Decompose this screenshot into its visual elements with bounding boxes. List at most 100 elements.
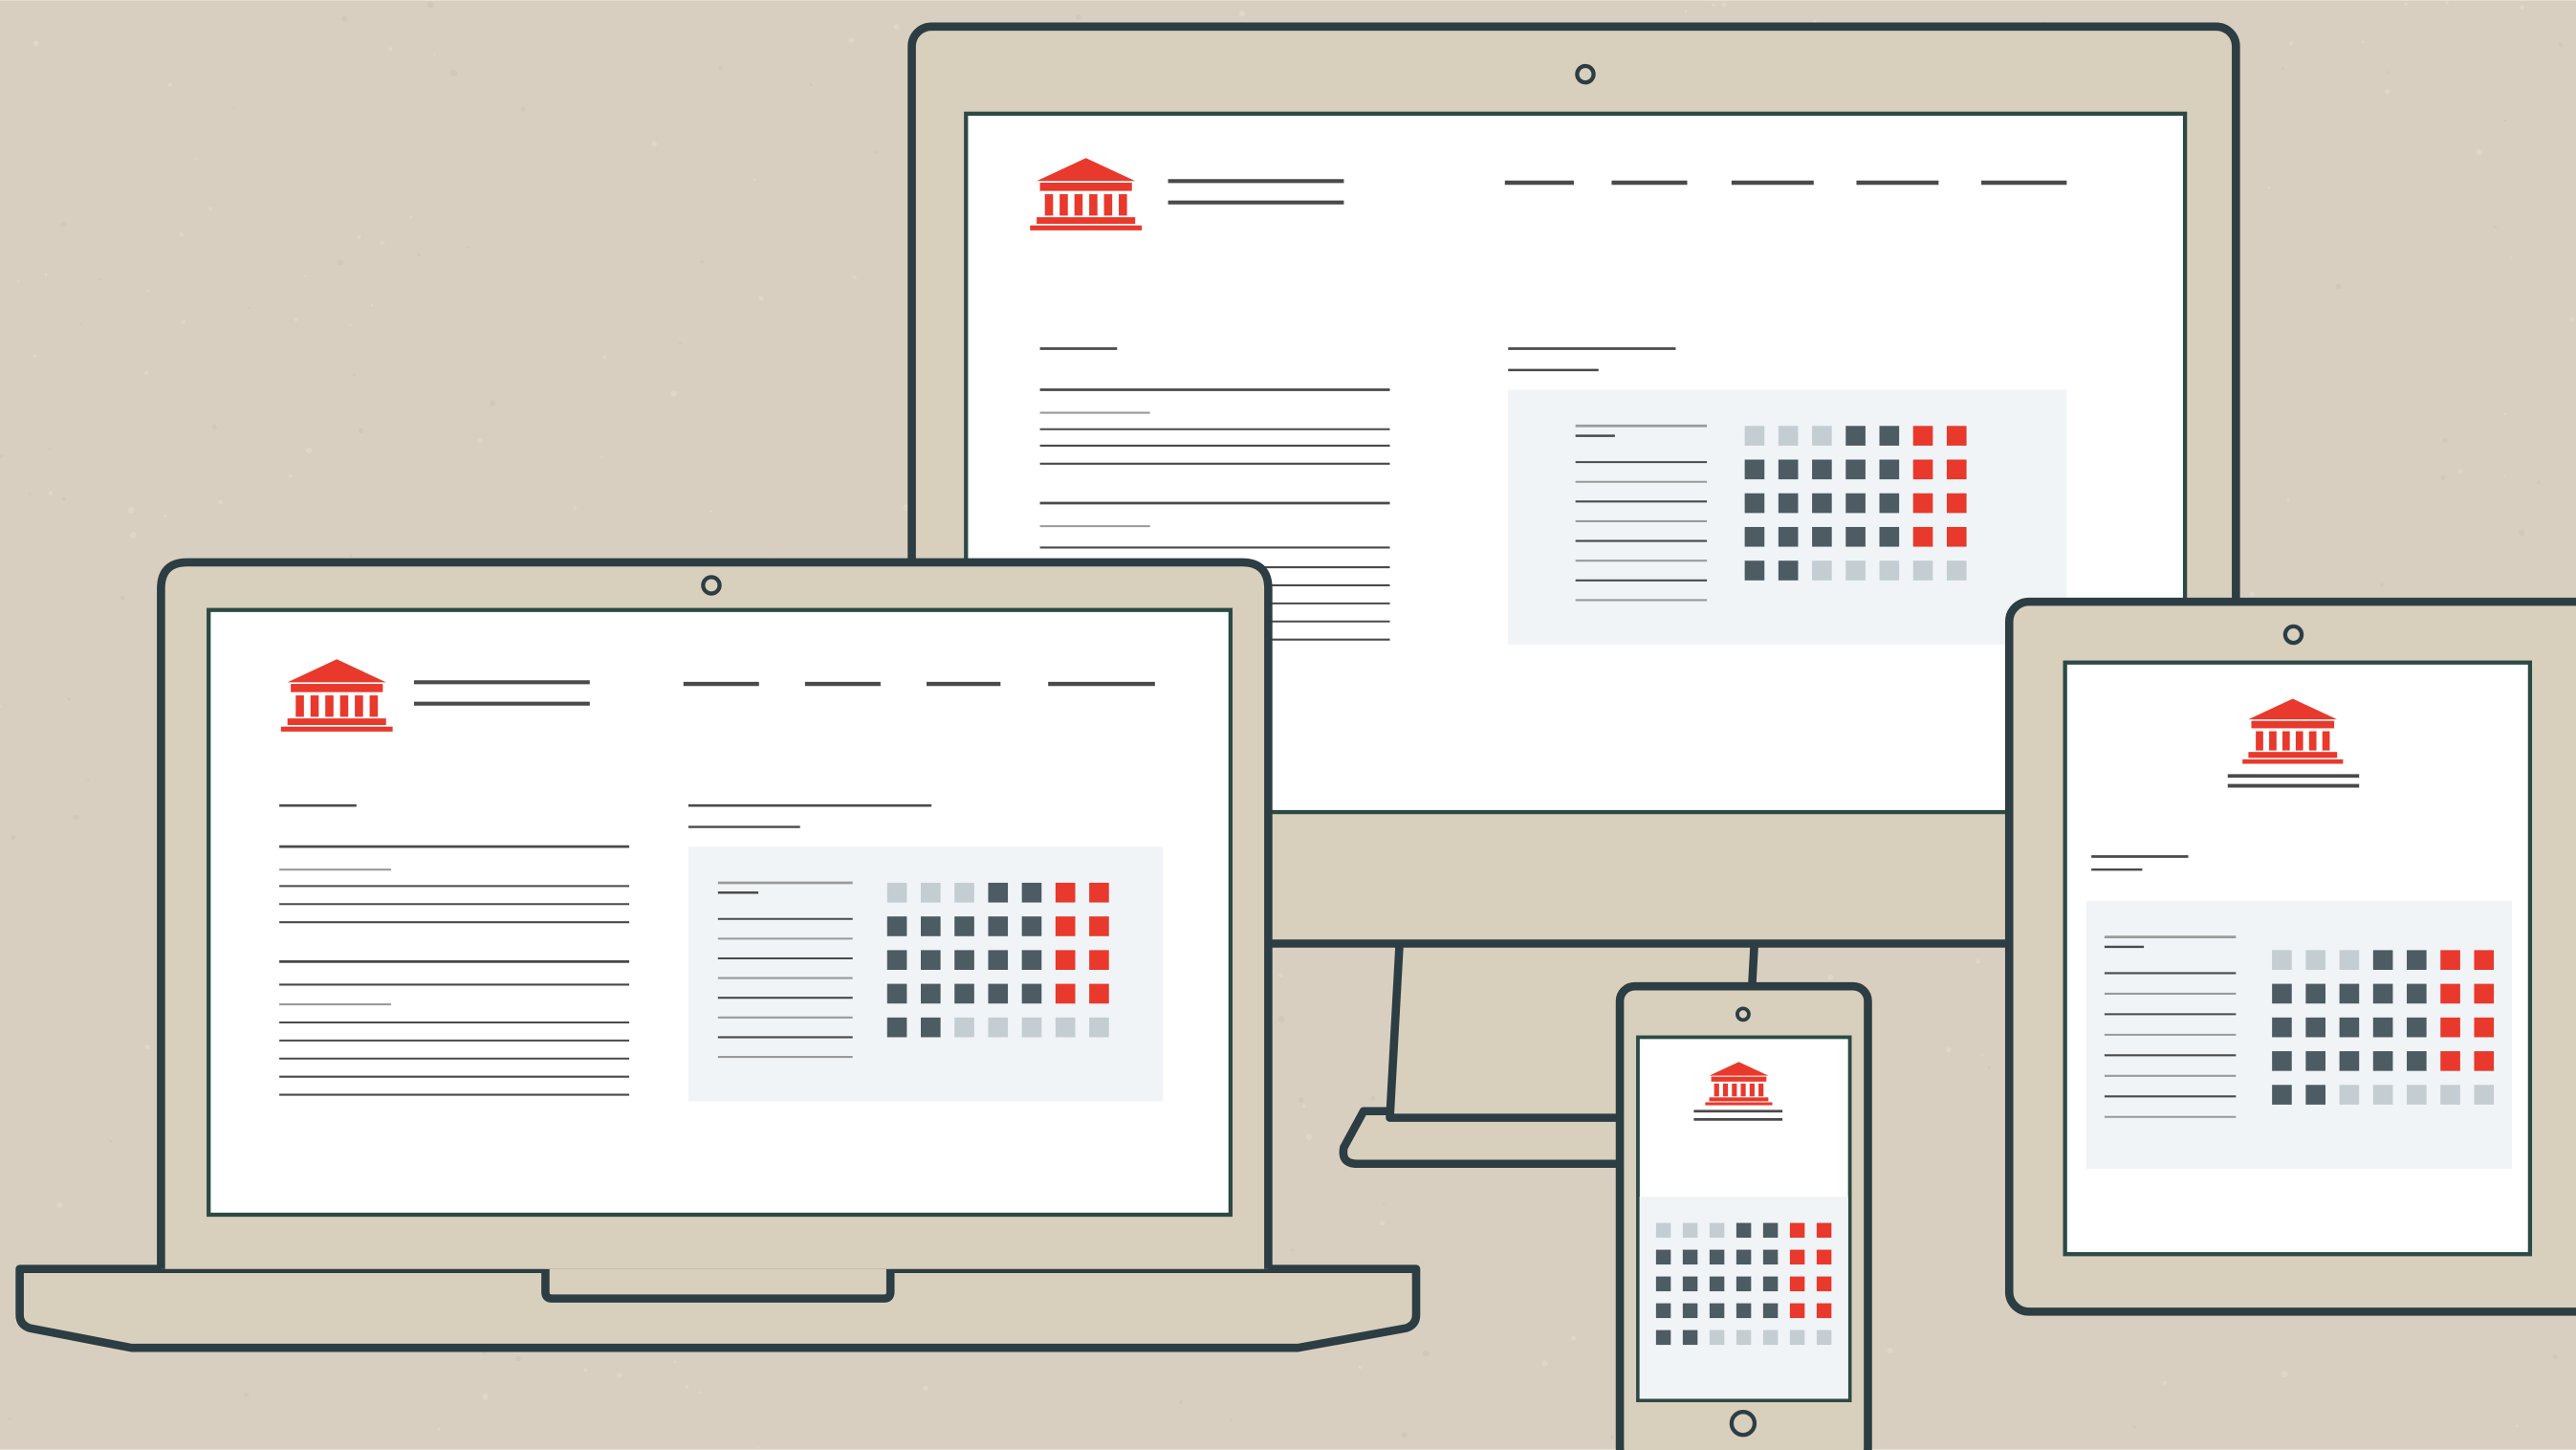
logo-step — [287, 718, 386, 725]
paper-speck — [1401, 1432, 1408, 1439]
calendar-square-dark — [1021, 950, 1042, 970]
calendar-square-light — [1709, 1329, 1725, 1346]
paper-speck — [181, 319, 186, 324]
paper-speck — [700, 259, 705, 264]
calendar-square-light — [1055, 1017, 1076, 1038]
logo-architrave — [2251, 720, 2335, 729]
calendar-square-red — [1789, 1303, 1805, 1319]
calendar-square-dark — [988, 950, 1009, 970]
calendar-square-dark — [1655, 1276, 1671, 1292]
calendar-square-red — [2440, 983, 2460, 1004]
calendar-square-red — [1055, 916, 1076, 936]
calendar-square-dark — [1736, 1303, 1752, 1319]
paper-speck — [2440, 475, 2446, 481]
paper-speck — [617, 1373, 622, 1378]
paper-speck — [2516, 1424, 2519, 1428]
calendar-square-dark — [2272, 983, 2292, 1004]
paper-speck — [2519, 529, 2525, 537]
calendar-square-light — [886, 882, 907, 903]
paper-speck — [217, 499, 224, 505]
paper-speck — [1298, 1096, 1304, 1103]
calendar-square-dark — [921, 983, 941, 1004]
calendar-square-dark — [1778, 493, 1799, 514]
calendar-square-dark — [954, 983, 974, 1004]
calendar-square-dark — [954, 916, 974, 936]
calendar-square-dark — [1845, 459, 1866, 480]
paper-speck — [79, 322, 82, 325]
calendar-square-light — [1879, 560, 1900, 581]
calendar-square-dark — [1655, 1303, 1671, 1319]
paper-speck — [232, 107, 235, 110]
calendar-square-light — [2440, 1085, 2460, 1105]
paper-speck — [244, 1393, 250, 1398]
calendar-square-dark — [1655, 1329, 1671, 1346]
paper-speck — [48, 491, 53, 495]
paper-speck — [208, 207, 212, 211]
paper-speck — [1278, 1016, 1285, 1022]
responsive-devices-illustration — [0, 0, 2576, 1450]
paper-speck — [370, 304, 374, 307]
logo-column — [2322, 731, 2330, 751]
calendar-square-dark — [886, 950, 907, 970]
logo-architrave — [1039, 183, 1132, 191]
paper-speck — [1230, 1418, 1233, 1421]
calendar-square-red — [1816, 1222, 1832, 1239]
paper-speck — [2162, 1380, 2168, 1385]
calendar-square-dark — [2272, 1085, 2292, 1105]
calendar-square-dark — [2272, 1017, 2292, 1038]
calendar-square-red — [1089, 916, 1109, 936]
calendar-square-dark — [2407, 983, 2427, 1004]
calendar-square-dark — [2305, 1085, 2325, 1105]
paper-speck — [2404, 2, 2409, 6]
calendar-square-dark — [1682, 1303, 1698, 1319]
calendar-square-dark — [1879, 459, 1900, 480]
logo-step — [1709, 1097, 1769, 1102]
paper-speck — [1301, 1104, 1306, 1109]
calendar-square-light — [2272, 950, 2292, 970]
calendar-square-dark — [1682, 1329, 1698, 1346]
calendar-square-red — [1912, 459, 1933, 480]
paper-speck — [2267, 186, 2271, 189]
logo-column — [295, 695, 304, 717]
calendar-square-red — [2474, 983, 2495, 1004]
paper-speck — [357, 234, 361, 239]
calendar-square-red — [1946, 493, 1967, 514]
calendar-square-light — [1778, 426, 1799, 446]
logo-column — [1758, 1083, 1764, 1097]
calendar-square-dark — [1744, 560, 1765, 581]
calendar-square-light — [954, 1017, 974, 1038]
logo-column — [1749, 1083, 1755, 1097]
paper-speck — [2476, 148, 2483, 156]
paper-speck — [893, 23, 900, 31]
paper-speck — [477, 438, 483, 444]
paper-speck — [248, 306, 251, 310]
calendar-square-dark — [1709, 1276, 1725, 1292]
calendar-square-red — [1789, 1276, 1805, 1292]
calendar-square-light — [1709, 1222, 1725, 1239]
paper-speck — [1422, 1350, 1430, 1357]
paper-speck — [810, 82, 814, 86]
paper-speck — [129, 532, 137, 538]
paper-speck — [433, 53, 436, 56]
calendar-square-red — [1089, 950, 1109, 970]
calendar-square-light — [1845, 560, 1866, 581]
paper-speck — [337, 259, 344, 266]
calendar-square-dark — [1682, 1249, 1698, 1265]
calendar-square-dark — [2272, 1051, 2292, 1071]
calendar-square-dark — [1744, 493, 1765, 514]
paper-speck — [348, 554, 353, 558]
paper-speck — [305, 447, 313, 454]
calendar-square-dark — [886, 983, 907, 1004]
calendar-square-dark — [1709, 1249, 1725, 1265]
paper-speck — [1981, 1054, 1984, 1057]
paper-speck — [1827, 974, 1834, 980]
paper-speck — [341, 15, 348, 22]
paper-speck — [2380, 582, 2385, 587]
logo-column — [1089, 194, 1098, 216]
calendar-square-dark — [921, 1017, 941, 1038]
calendar-square-red — [1912, 426, 1933, 446]
calendar-square-dark — [1021, 916, 1042, 936]
calendar-square-red — [2474, 1017, 2495, 1038]
paper-speck — [2249, 591, 2255, 597]
paper-speck — [211, 425, 218, 430]
